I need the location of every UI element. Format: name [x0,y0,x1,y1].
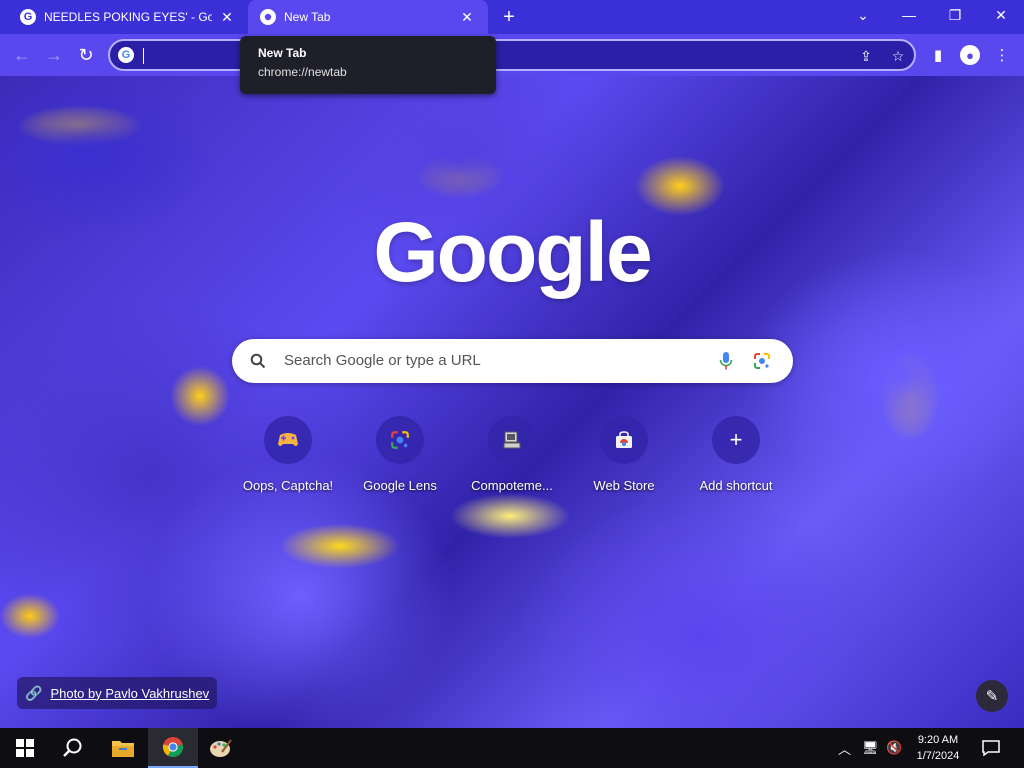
customize-pencil-icon[interactable]: ✎ [976,680,1008,712]
start-button[interactable] [0,728,50,768]
tab-search-icon[interactable]: ⌄ [840,0,886,30]
shortcut-tile [264,416,312,464]
clock-date: 1/7/2024 [916,750,960,762]
shortcut-label: Oops, Captcha! [242,478,334,493]
tab-title: New Tab [284,10,331,24]
chrome-favicon-icon [260,9,276,25]
paint-app-icon[interactable] [196,728,246,768]
shortcut-compoteme[interactable]: Compoteme... [456,410,568,500]
close-tab-icon[interactable]: ✕ [458,8,476,26]
address-bar[interactable]: G ⇪ ☆ [108,39,916,71]
shortcut-tile [488,416,536,464]
google-favicon-icon: G [20,9,36,25]
shortcut-web-store[interactable]: Web Store [568,410,680,500]
new-tab-page: Google Search Google or type a URL Oops,… [0,76,1024,728]
tab-title: NEEDLES POKING EYES' - Google [44,10,212,24]
web-store-icon [612,428,636,452]
chrome-taskbar-icon[interactable] [148,728,198,768]
shortcut-tile: + [712,416,760,464]
browser-toolbar: ← → ↻ G ⇪ ☆ ▮ ● ⋮ [0,34,1024,76]
add-shortcut-button[interactable]: + Add shortcut [680,410,792,500]
shortcut-tile [376,416,424,464]
voice-search-icon[interactable] [716,351,736,371]
bookmark-star-icon[interactable]: ☆ [888,46,908,66]
system-clock[interactable]: 9:20 AM 1/7/2024 [908,732,968,764]
show-hidden-icons-chevron[interactable]: ︿ [838,728,851,768]
tab-hover-tooltip: New Tab chrome://newtab [240,36,496,94]
forward-icon[interactable]: → [40,41,68,69]
menu-kebab-icon[interactable]: ⋮ [988,41,1016,69]
text-caret [143,48,144,64]
new-tab-button[interactable]: + [496,5,522,29]
google-search-icon: G [118,47,134,63]
tab-new-tab[interactable]: New Tab ✕ [248,0,488,34]
restore-icon[interactable]: ❐ [932,0,978,30]
taskbar-search-icon[interactable] [48,728,98,768]
shortcut-label: Google Lens [363,478,437,493]
profile-avatar-icon: ● [960,45,980,65]
minimize-icon[interactable]: — [886,0,932,30]
search-placeholder: Search Google or type a URL [284,352,481,369]
tooltip-title: New Tab [258,46,307,60]
gamepad-icon [276,428,300,452]
windows-taskbar: ︿ 🖥 🔇 9:20 AM 1/7/2024 [0,728,1024,768]
windows-logo-icon [16,739,34,757]
side-panel-icon[interactable]: ▮ [924,41,952,69]
network-icon[interactable]: 🖥 [862,728,879,768]
back-icon[interactable]: ← [8,41,36,69]
close-window-icon[interactable]: ✕ [978,0,1024,30]
google-logo: Google [373,204,652,299]
shortcut-tile [600,416,648,464]
plus-icon: + [729,427,743,452]
volume-muted-icon[interactable]: 🔇 [886,728,902,768]
computer-icon [500,428,524,452]
file-explorer-icon[interactable] [98,728,148,768]
photo-credit-text: Photo by Pavlo Vakhrushev [50,685,210,701]
search-box[interactable]: Search Google or type a URL [232,339,793,383]
shortcut-tiles: Oops, Captcha! Google Lens Compoteme... [232,410,792,500]
tooltip-url: chrome://newtab [258,65,347,79]
share-icon[interactable]: ⇪ [856,46,876,66]
clock-time: 9:20 AM [917,734,959,746]
shortcut-label: Web Store [593,478,655,493]
shortcut-google-lens[interactable]: Google Lens [344,410,456,500]
shortcut-label: Add shortcut [699,478,773,493]
tab-needles-poking-eyes[interactable]: G NEEDLES POKING EYES' - Google ✕ [8,0,248,34]
photo-credit-link[interactable]: 🔗 Photo by Pavlo Vakhrushev [17,677,218,709]
shortcut-oops-captcha[interactable]: Oops, Captcha! [232,410,344,500]
reload-icon[interactable]: ↻ [72,41,100,69]
tab-strip: G NEEDLES POKING EYES' - Google ✕ New Ta… [0,0,1024,34]
close-tab-icon[interactable]: ✕ [218,8,236,26]
notifications-icon[interactable] [982,728,1000,768]
lens-icon [388,428,412,452]
shortcut-label: Compoteme... [471,478,553,493]
google-lens-icon[interactable] [752,351,772,371]
search-icon [248,351,268,371]
link-icon: 🔗 [25,684,43,701]
profile-button[interactable]: ● [956,41,984,69]
